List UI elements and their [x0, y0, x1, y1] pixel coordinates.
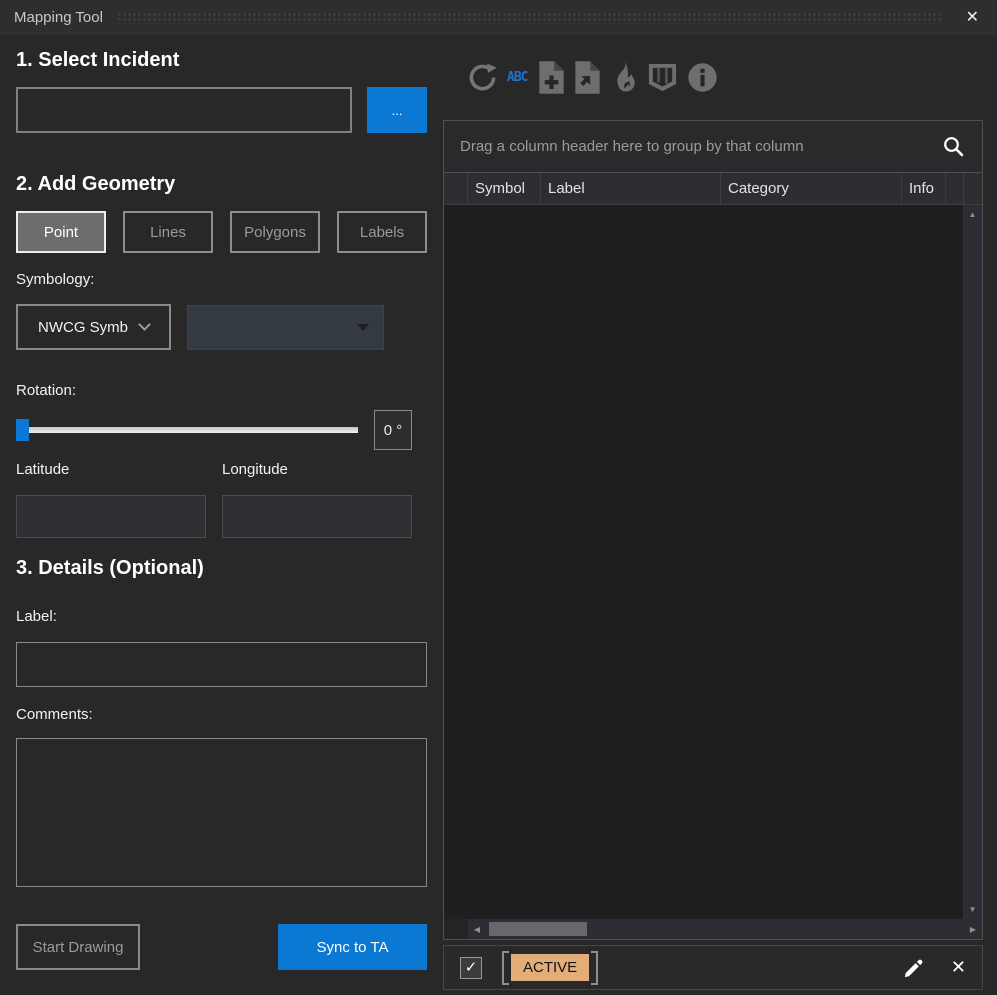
- fire-button[interactable]: [610, 61, 638, 94]
- vertical-scrollbar[interactable]: ▲ ▼: [963, 205, 982, 919]
- chevron-down-icon: [138, 318, 151, 331]
- symbology-type-dropdown[interactable]: NWCG Symb: [16, 304, 171, 350]
- step1-heading: 1. Select Incident: [16, 48, 427, 72]
- geometry-button-lines[interactable]: Lines: [123, 211, 213, 253]
- map-button[interactable]: [647, 61, 678, 94]
- horizontal-scrollbar-row: ◀ ▶: [444, 919, 982, 939]
- vertical-scroll-track[interactable]: [963, 224, 982, 900]
- status-cell[interactable]: ACTIVE: [502, 951, 598, 985]
- features-toolbar: ABC: [443, 35, 983, 120]
- rotation-value-box[interactable]: 0 °: [374, 410, 412, 450]
- window-close-button[interactable]: ✕: [960, 8, 985, 28]
- edit-button[interactable]: [903, 957, 925, 979]
- selection-bracket-right: [591, 951, 598, 985]
- titlebar-drag-grip[interactable]: [117, 11, 942, 24]
- latitude-label: Latitude: [16, 461, 222, 479]
- geometry-type-buttons: Point Lines Polygons Labels: [16, 211, 427, 253]
- sync-to-ta-button[interactable]: Sync to TA: [278, 924, 427, 970]
- rotation-slider-track[interactable]: [16, 427, 358, 433]
- horizontal-scrollbar[interactable]: ◀ ▶: [468, 919, 982, 939]
- symbology-type-value: NWCG Symb: [38, 319, 128, 336]
- rotation-slider-thumb[interactable]: [16, 419, 29, 441]
- geometry-button-polygons[interactable]: Polygons: [230, 211, 320, 253]
- column-header-symbol[interactable]: Symbol: [468, 173, 541, 204]
- scroll-left-button[interactable]: ◀: [468, 925, 486, 934]
- column-header-selector[interactable]: [444, 173, 468, 204]
- scroll-right-button[interactable]: ▶: [964, 925, 982, 934]
- abc-labels-button[interactable]: ABC: [507, 70, 527, 85]
- pencil-icon: [903, 957, 925, 979]
- group-by-drop-area[interactable]: Drag a column header here to group by th…: [444, 121, 982, 173]
- status-badge: ACTIVE: [511, 954, 589, 981]
- rotation-slider[interactable]: [16, 410, 358, 450]
- longitude-label: Longitude: [222, 461, 288, 479]
- title-bar: Mapping Tool ✕: [0, 0, 997, 35]
- dropdown-arrow-icon: [357, 324, 369, 331]
- export-file-button[interactable]: [574, 61, 601, 94]
- step2-heading: 2. Add Geometry: [16, 172, 427, 196]
- scroll-down-button[interactable]: ▼: [963, 900, 982, 919]
- file-plus-icon: [538, 61, 565, 94]
- form-panel: 1. Select Incident ... 2. Add Geometry P…: [0, 35, 443, 995]
- symbology-label: Symbology:: [16, 271, 427, 289]
- step3-heading: 3. Details (Optional): [16, 556, 427, 580]
- comments-field-label: Comments:: [16, 706, 427, 724]
- features-panel: ABC: [443, 35, 997, 995]
- browse-incident-button[interactable]: ...: [367, 87, 427, 133]
- mapping-tool-window: Mapping Tool ✕ 1. Select Incident ... 2.…: [0, 0, 997, 995]
- edit-status-row: ✓ ACTIVE ✕: [443, 945, 983, 990]
- rotation-label: Rotation:: [16, 382, 427, 400]
- column-header-category[interactable]: Category: [721, 173, 902, 204]
- selection-bracket-left: [502, 951, 509, 985]
- label-input[interactable]: [16, 642, 427, 687]
- visibility-checkbox[interactable]: ✓: [460, 957, 482, 979]
- features-grid: Drag a column header here to group by th…: [443, 120, 983, 940]
- grid-header-row: Symbol Label Category Info: [444, 173, 982, 205]
- search-icon[interactable]: [942, 135, 966, 159]
- add-file-button[interactable]: [538, 61, 565, 94]
- refresh-button[interactable]: [467, 62, 498, 93]
- column-header-label[interactable]: Label: [541, 173, 721, 204]
- geometry-button-labels[interactable]: Labels: [337, 211, 427, 253]
- grid-rows-viewport: [444, 205, 963, 919]
- window-title: Mapping Tool: [14, 9, 103, 26]
- scrollbar-corner: [444, 919, 468, 939]
- label-field-label: Label:: [16, 608, 427, 626]
- delete-button[interactable]: ✕: [951, 957, 966, 978]
- longitude-input[interactable]: [222, 495, 412, 538]
- info-button[interactable]: [687, 62, 718, 93]
- geometry-button-point[interactable]: Point: [16, 211, 106, 253]
- start-drawing-button[interactable]: Start Drawing: [16, 924, 140, 970]
- column-header-info[interactable]: Info: [902, 173, 946, 204]
- horizontal-scroll-thumb[interactable]: [489, 922, 587, 936]
- map-icon: [647, 61, 678, 94]
- symbol-dropdown[interactable]: [187, 305, 384, 350]
- info-icon: [687, 62, 718, 93]
- group-by-hint-text: Drag a column header here to group by th…: [460, 138, 942, 155]
- incident-input[interactable]: [16, 87, 352, 133]
- latitude-input[interactable]: [16, 495, 206, 538]
- comments-textarea[interactable]: [16, 738, 427, 887]
- header-scrollbar-spacer: [963, 173, 982, 204]
- file-arrow-icon: [574, 61, 601, 94]
- refresh-icon: [467, 62, 498, 93]
- column-header-filler: [946, 173, 963, 204]
- fire-icon: [610, 61, 638, 94]
- scroll-up-button[interactable]: ▲: [963, 205, 982, 224]
